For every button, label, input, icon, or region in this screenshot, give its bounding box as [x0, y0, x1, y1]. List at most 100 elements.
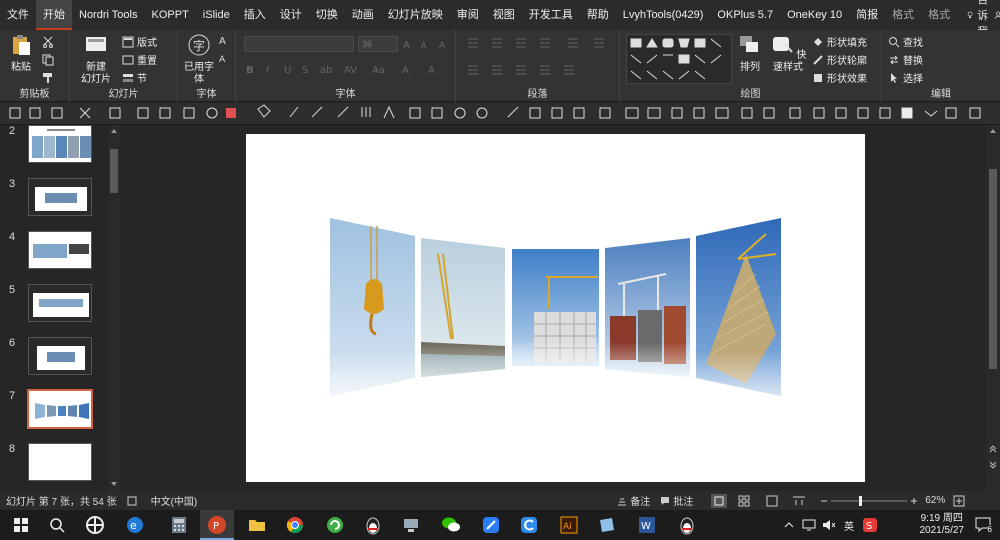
section-button[interactable]: 节 — [122, 70, 147, 85]
tab-home[interactable]: 开始 — [36, 0, 72, 30]
curved-photo-gallery[interactable] — [246, 134, 865, 482]
tab-koppt[interactable]: KOPPT — [145, 0, 196, 30]
search-icon[interactable] — [46, 514, 68, 536]
replace-button[interactable]: 替换 — [888, 52, 923, 67]
copy-icon[interactable] — [42, 54, 54, 66]
sogou-input-icon[interactable]: S — [862, 517, 878, 533]
powerpoint-taskbar-active[interactable]: P — [200, 510, 234, 540]
tab-design[interactable]: 设计 — [273, 0, 309, 30]
file-explorer-icon[interactable] — [246, 514, 268, 536]
slide-thumbnail-4[interactable]: 4 — [0, 231, 108, 279]
notebook-app-icon[interactable] — [596, 514, 618, 536]
tab-transitions[interactable]: 切换 — [309, 0, 345, 30]
slide-thumbnail-8[interactable]: 8 — [0, 443, 108, 491]
decrease-font-icon[interactable]: A — [218, 52, 230, 64]
gallery-photo-skyscraper[interactable] — [696, 218, 781, 396]
arrange-button[interactable]: 排列 — [736, 34, 764, 74]
tab-file[interactable]: 文件 — [0, 0, 36, 30]
tab-help[interactable]: 帮助 — [580, 0, 616, 30]
accessibility-icon[interactable] — [127, 496, 137, 506]
zoom-level[interactable]: 62% — [925, 495, 945, 506]
scrollbar-thumb[interactable] — [989, 169, 997, 369]
previous-slide-icon[interactable] — [988, 443, 998, 453]
shrink-font-icon[interactable]: A — [420, 38, 432, 50]
language-indicator[interactable]: 中文(中国) — [151, 493, 198, 508]
gallery-photo-hook[interactable] — [330, 218, 415, 396]
new-slide-button[interactable]: 新建 幻灯片 — [76, 34, 116, 86]
ime-indicator[interactable]: 英 — [844, 518, 854, 533]
notes-button[interactable]: 备注 — [630, 493, 650, 508]
next-slide-icon[interactable] — [988, 461, 998, 471]
font-size-combo[interactable]: 36 — [358, 36, 398, 52]
slide-thumbnail-2[interactable]: 2 — [0, 125, 108, 173]
grow-font-icon[interactable]: A — [402, 38, 414, 50]
used-font-button[interactable]: 字 已用字 体 — [182, 34, 216, 86]
clear-format-icon[interactable]: A — [438, 38, 450, 50]
thumbnails-scrollbar[interactable] — [108, 125, 120, 491]
blue-c-app-icon[interactable] — [518, 514, 540, 536]
paste-button[interactable]: 粘贴 — [6, 34, 36, 74]
system-clock[interactable]: 9:19 周四 2021/5/27 — [920, 513, 965, 537]
slide-thumbnail-3[interactable]: 3 — [0, 178, 108, 226]
font-style-icons[interactable]: B I U Sab AV Aa A A — [244, 62, 444, 76]
calculator-icon[interactable] — [168, 514, 190, 536]
paragraph-icons[interactable] — [464, 36, 612, 80]
gallery-photo-building-crane[interactable] — [512, 249, 599, 366]
increase-font-icon[interactable]: A — [218, 34, 230, 46]
network-icon[interactable] — [802, 519, 816, 531]
shape-outline-button[interactable]: 形状轮廓 — [812, 52, 867, 67]
pinwheel-app-icon[interactable] — [84, 514, 106, 536]
chevron-up-icon[interactable] — [784, 520, 794, 530]
gallery-photo-harbor-crane[interactable] — [421, 238, 505, 377]
network-computer-icon[interactable] — [400, 514, 422, 536]
slide-thumbnail-6[interactable]: 6 — [0, 337, 108, 385]
layout-button[interactable]: 版式 — [122, 34, 157, 49]
tab-developer[interactable]: 开发工具 — [522, 0, 580, 30]
wechat-icon[interactable] — [440, 514, 462, 536]
notification-center-button[interactable]: 6 — [974, 516, 992, 534]
comments-button[interactable]: 批注 — [673, 493, 693, 508]
blue-notes-app-icon[interactable] — [480, 514, 502, 536]
reset-button[interactable]: 重置 — [122, 52, 157, 67]
tab-format-2[interactable]: 格式 — [921, 0, 957, 30]
word-icon[interactable]: W — [636, 514, 658, 536]
fit-to-window-icon[interactable] — [953, 495, 965, 507]
tab-animations[interactable]: 动画 — [345, 0, 381, 30]
tab-lvyhtools[interactable]: LvyhTools(0429) — [616, 0, 711, 30]
tab-okplus[interactable]: OKPlus 5.7 — [710, 0, 780, 30]
scroll-down-icon[interactable] — [110, 481, 118, 487]
green-refresh-app-icon[interactable] — [324, 514, 346, 536]
tab-review[interactable]: 审阅 — [450, 0, 486, 30]
tab-format-1[interactable]: 格式 — [885, 0, 921, 30]
slide-thumbnail-5[interactable]: 5 — [0, 284, 108, 332]
gallery-photo-port-containers[interactable] — [605, 238, 690, 377]
font-name-combo[interactable] — [244, 36, 354, 52]
shapes-gallery[interactable] — [626, 34, 732, 84]
shape-fill-button[interactable]: 形状填充 — [812, 34, 867, 49]
tab-onekey[interactable]: OneKey 10 — [780, 0, 849, 30]
tab-nordri-tools[interactable]: Nordri Tools — [72, 0, 145, 30]
zoom-slider[interactable] — [817, 494, 918, 508]
chrome-icon[interactable] — [284, 514, 306, 536]
slide-scrollbar[interactable] — [986, 125, 1000, 491]
tab-slideshow[interactable]: 幻灯片放映 — [381, 0, 450, 30]
edge-browser-icon[interactable]: e — [124, 514, 146, 536]
share-button[interactable]: 共享 — [994, 0, 1000, 31]
scrollbar-thumb[interactable] — [110, 149, 118, 193]
quick-toolbar-icons[interactable] — [0, 103, 1000, 125]
quick-styles-button[interactable]: 快速样式 — [766, 34, 810, 74]
tab-briefing[interactable]: 简报 — [849, 0, 885, 30]
cut-icon[interactable] — [42, 36, 54, 48]
select-button[interactable]: 选择 — [888, 70, 923, 85]
qq-penguin-icon-2[interactable] — [676, 514, 698, 536]
qq-penguin-icon[interactable] — [362, 514, 384, 536]
windows-start-icon[interactable] — [10, 514, 32, 536]
tab-insert[interactable]: 插入 — [237, 0, 273, 30]
tab-view[interactable]: 视图 — [486, 0, 522, 30]
current-slide[interactable] — [246, 134, 865, 482]
illustrator-icon[interactable]: Ai — [558, 514, 580, 536]
scroll-up-icon[interactable] — [989, 128, 997, 134]
shape-effects-button[interactable]: 形状效果 — [812, 70, 867, 85]
format-painter-icon[interactable] — [42, 72, 54, 84]
slide-thumbnail-7[interactable]: 7 — [0, 389, 108, 438]
